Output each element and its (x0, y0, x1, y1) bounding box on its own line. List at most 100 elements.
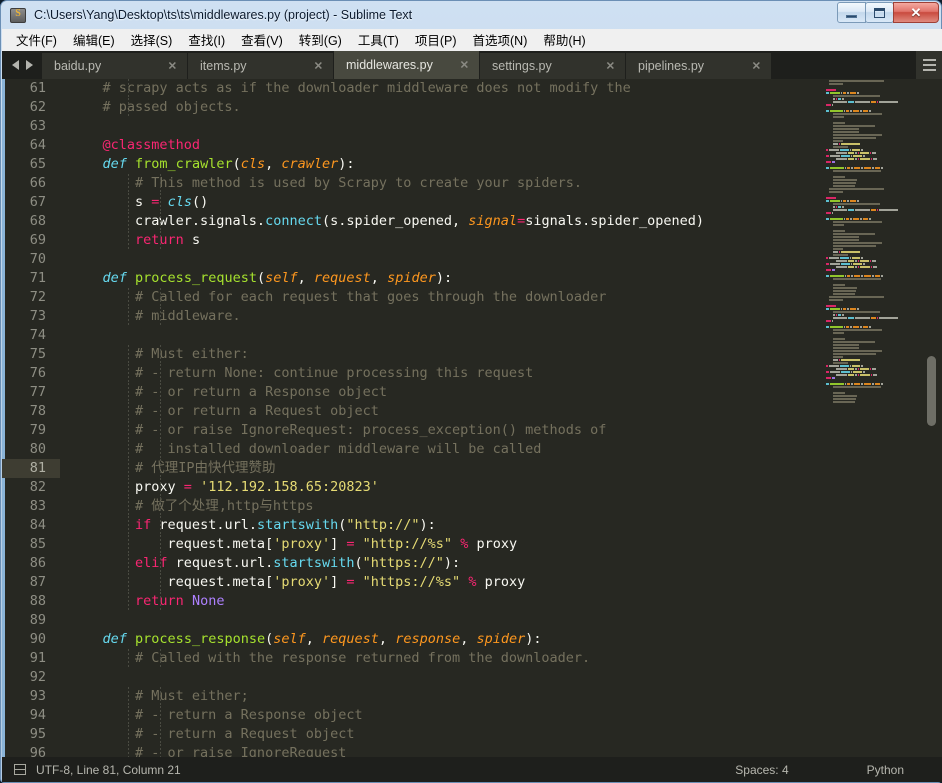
tab-baidu-py[interactable]: baidu.py ✕ (42, 53, 188, 79)
code-line[interactable]: 86 elif request.url.startswith("https://… (2, 554, 822, 573)
code-line[interactable]: 81 # 代理IP由快代理赞助 (2, 459, 822, 478)
tab-close-icon[interactable]: ✕ (460, 59, 469, 72)
code-line[interactable]: 72 # Called for each request that goes t… (2, 288, 822, 307)
status-syntax[interactable]: Python (867, 763, 904, 777)
code-line[interactable]: 87 request.meta['proxy'] = "https://%s" … (2, 573, 822, 592)
code-token: def (102, 270, 127, 286)
code-token: signal (468, 213, 518, 229)
menu-item-6[interactable]: 工具(T) (350, 28, 407, 52)
code-line[interactable]: 73 # middleware. (2, 307, 822, 326)
menu-item-5[interactable]: 转到(G) (291, 28, 350, 52)
code-text: request.meta['proxy'] = "http://%s" % pr… (60, 535, 822, 554)
code-line[interactable]: 89 (2, 611, 822, 630)
menu-item-0[interactable]: 文件(F) (8, 28, 65, 52)
tab-prev-icon[interactable] (11, 60, 19, 70)
minimap-segment (836, 157, 847, 160)
code-line[interactable]: 69 return s (2, 231, 822, 250)
code-line[interactable]: 93 # Must either; (2, 687, 822, 706)
code-view[interactable]: 61 # scrapy acts as if the downloader mi… (2, 79, 822, 757)
minimap-segment (870, 259, 871, 262)
code-line[interactable]: 95 # - return a Request object (2, 725, 822, 744)
code-line[interactable]: 83 # 做了个处理,http与https (2, 497, 822, 516)
tab-close-icon[interactable]: ✕ (314, 60, 323, 73)
tab-close-icon[interactable]: ✕ (606, 60, 615, 73)
minimap-segment (841, 142, 860, 145)
minimap-segment (833, 97, 835, 100)
code-line[interactable]: 88 return None (2, 592, 822, 611)
tab-close-icon[interactable]: ✕ (168, 60, 177, 73)
code-text: def from_crawler(cls, crawler): (60, 155, 822, 174)
code-line[interactable]: 65 def from_crawler(cls, crawler): (2, 155, 822, 174)
code-line[interactable]: 63 (2, 117, 822, 136)
code-token: None (191, 593, 225, 609)
code-line[interactable]: 70 (2, 250, 822, 269)
menu-item-8[interactable]: 首选项(N) (465, 28, 536, 52)
menu-item-9[interactable]: 帮助(H) (535, 28, 593, 52)
code-line[interactable]: 79 # - or raise IgnoreRequest: process_e… (2, 421, 822, 440)
editor-pane[interactable]: 61 # scrapy acts as if the downloader mi… (2, 79, 942, 757)
code-line[interactable]: 96 # - or raise IgnoreRequest (2, 744, 822, 757)
minimap-segment (838, 205, 841, 208)
code-line[interactable]: 68 crawler.signals.connect(s.spider_open… (2, 212, 822, 231)
code-line[interactable]: 82 proxy = '112.192.158.65:20823' (2, 478, 822, 497)
close-button[interactable]: ✕ (893, 2, 939, 23)
menu-item-1[interactable]: 编辑(E) (65, 28, 123, 52)
status-indent[interactable]: Spaces: 4 (735, 763, 788, 777)
code-token: self (273, 631, 306, 647)
code-line[interactable]: 91 # Called with the response returned f… (2, 649, 822, 668)
tab-items-py[interactable]: items.py ✕ (188, 53, 334, 79)
code-line[interactable]: 94 # - return a Response object (2, 706, 822, 725)
tab-nav-arrows[interactable] (2, 51, 42, 79)
tab-close-icon[interactable]: ✕ (752, 60, 761, 73)
code-line[interactable]: 78 # - or return a Request object (2, 402, 822, 421)
code-line[interactable]: 77 # - or return a Response object (2, 383, 822, 402)
code-token: # middleware. (70, 308, 241, 324)
code-line[interactable]: 80 # installed downloader middleware wil… (2, 440, 822, 459)
tab-overflow-menu-icon[interactable] (916, 51, 942, 79)
menu-item-7[interactable]: 项目(P) (407, 28, 465, 52)
code-line[interactable]: 67 s = cls() (2, 193, 822, 212)
tab-middlewares-py[interactable]: middlewares.py ✕ (334, 51, 480, 79)
minimap-segment (844, 217, 845, 220)
code-token: def (102, 156, 127, 172)
minimap-segment (836, 97, 837, 100)
tab-next-icon[interactable] (25, 60, 33, 70)
minimap-line (826, 400, 920, 403)
tab-pipelines-py[interactable]: pipelines.py ✕ (626, 53, 772, 79)
code-token: 'proxy' (273, 574, 331, 590)
code-token: crawler.signals. (70, 213, 266, 229)
code-line[interactable]: 75 # Must either: (2, 345, 822, 364)
minimap-segment (833, 310, 880, 313)
code-text: elif request.url.startswith("https://"): (60, 554, 822, 573)
minimap-segment (853, 217, 859, 220)
minimap-segment (836, 313, 837, 316)
code-line[interactable]: 92 (2, 668, 822, 687)
menu-item-3[interactable]: 查找(I) (180, 28, 233, 52)
minimize-button[interactable] (837, 2, 866, 23)
code-line[interactable]: 90 def process_response(self, request, r… (2, 630, 822, 649)
minimap-segment (829, 82, 843, 85)
vertical-scrollbar[interactable] (924, 79, 938, 757)
menu-item-2[interactable]: 选择(S) (123, 28, 181, 52)
code-line[interactable]: 62 # passed objects. (2, 98, 822, 117)
code-line[interactable]: 74 (2, 326, 822, 345)
maximize-button[interactable] (865, 2, 894, 23)
code-token: , (378, 631, 396, 647)
tab-settings-py[interactable]: settings.py ✕ (480, 53, 626, 79)
minimap-segment (855, 208, 870, 211)
code-token: 'proxy' (273, 536, 331, 552)
code-line[interactable]: 61 # scrapy acts as if the downloader mi… (2, 79, 822, 98)
menu-item-4[interactable]: 查看(V) (233, 28, 291, 52)
scrollbar-thumb[interactable] (927, 356, 936, 426)
minimap[interactable] (822, 79, 920, 757)
indent-guide (128, 383, 129, 402)
code-line[interactable]: 85 request.meta['proxy'] = "http://%s" %… (2, 535, 822, 554)
code-line[interactable]: 84 if request.url.startswith("http://"): (2, 516, 822, 535)
code-line[interactable]: 71 def process_request(self, request, sp… (2, 269, 822, 288)
minimap-segment (829, 298, 843, 301)
code-line[interactable]: 76 # - return None: continue processing … (2, 364, 822, 383)
code-line[interactable]: 66 # This method is used by Scrapy to cr… (2, 174, 822, 193)
code-line[interactable]: 64 @classmethod (2, 136, 822, 155)
